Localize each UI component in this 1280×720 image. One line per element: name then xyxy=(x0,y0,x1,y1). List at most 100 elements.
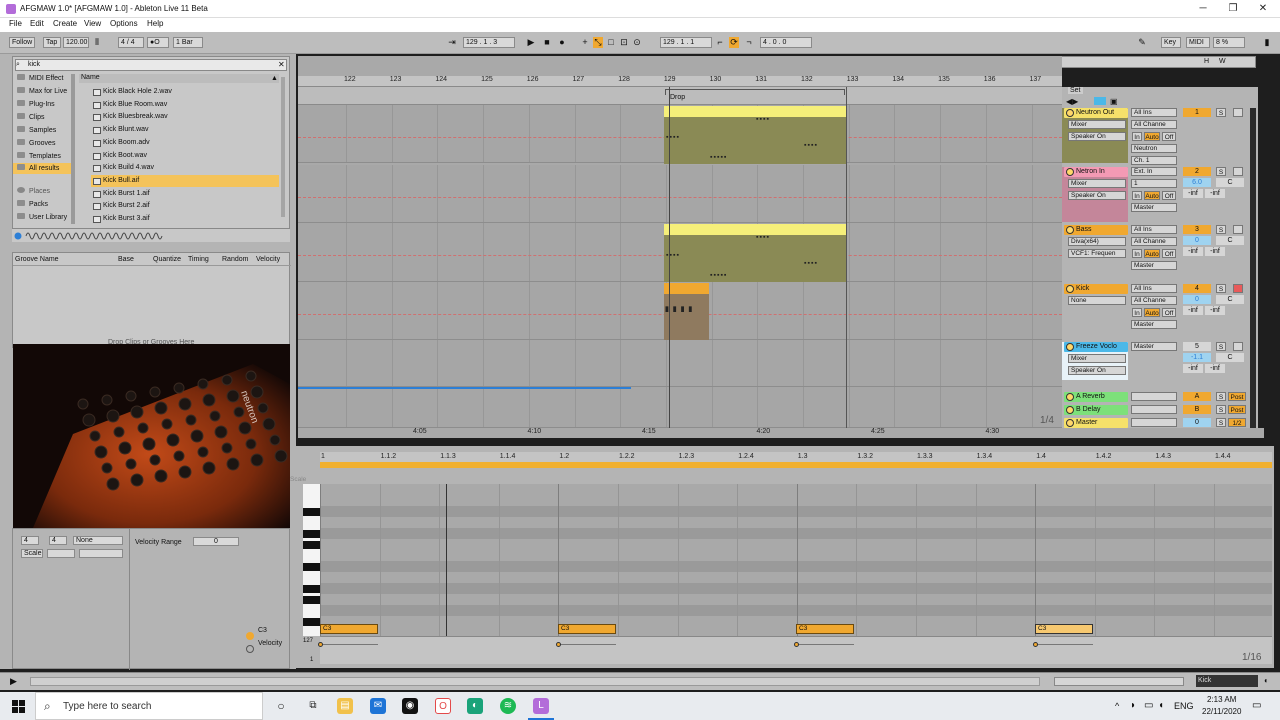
output-chooser[interactable]: Speaker On xyxy=(1068,132,1126,141)
send-b-field[interactable]: -inf xyxy=(1205,247,1225,256)
velocity-stem[interactable] xyxy=(558,644,616,645)
windows-start-icon[interactable] xyxy=(12,700,25,713)
groove-header-random[interactable]: Random xyxy=(222,256,248,263)
arrangement-position-field[interactable]: 129 . 1 . 3 xyxy=(463,37,515,48)
clock-date[interactable]: 22/11/2020 xyxy=(1202,707,1241,716)
minimize-button[interactable]: ─ xyxy=(1188,2,1218,16)
maximize-button[interactable]: ❐ xyxy=(1218,2,1248,16)
track-fold-icon[interactable] xyxy=(1066,285,1074,293)
return-track-name[interactable]: Master xyxy=(1064,418,1128,428)
return-activator[interactable]: B xyxy=(1183,405,1211,414)
menu-file[interactable]: File xyxy=(9,19,22,28)
arm-button[interactable] xyxy=(1233,167,1243,176)
black-key[interactable] xyxy=(303,541,320,549)
monitor-auto-button[interactable]: Auto xyxy=(1144,308,1160,317)
arm-button[interactable] xyxy=(1233,342,1243,351)
loop-length-field[interactable]: 4 . 0 . 0 xyxy=(760,37,812,48)
groove-header-quantize[interactable]: Quantize xyxy=(153,256,181,263)
track-activator[interactable]: 5 xyxy=(1183,342,1211,351)
playhead[interactable] xyxy=(669,87,670,428)
solo-button[interactable]: S xyxy=(1216,418,1226,427)
scale-tab[interactable]: Scale xyxy=(290,476,306,483)
menu-edit[interactable]: Edit xyxy=(30,19,44,28)
solo-button[interactable]: S xyxy=(1216,405,1226,414)
track-fold-icon[interactable] xyxy=(1066,393,1074,401)
solo-button[interactable]: S xyxy=(1216,392,1226,401)
loop-switch-icon[interactable]: ⟳ xyxy=(729,37,739,48)
loop-brace[interactable] xyxy=(665,89,845,95)
track-fold-icon[interactable] xyxy=(1066,419,1074,427)
volume-field[interactable]: -1.1 xyxy=(1183,353,1211,362)
pan-field[interactable]: C xyxy=(1216,295,1244,304)
velocity-handle[interactable] xyxy=(794,642,799,647)
file-column-header[interactable]: Name xyxy=(79,74,279,83)
session-record-icon[interactable]: ⊡ xyxy=(619,37,629,48)
automation-arm-icon[interactable]: ⤡ xyxy=(593,37,603,48)
velocity-handle[interactable] xyxy=(556,642,561,647)
solo-button[interactable]: S xyxy=(1216,284,1226,293)
scale-toggle[interactable]: Scale xyxy=(21,549,43,558)
monitor-in-button[interactable]: In xyxy=(1132,191,1142,200)
taskbar-search[interactable]: ⌕ Type here to search xyxy=(35,692,263,720)
input-type-chooser[interactable]: Ext. In xyxy=(1131,167,1177,176)
file-item[interactable]: Kick Bluesbreak.wav xyxy=(91,111,279,123)
input-channel-chooser[interactable]: 1 xyxy=(1131,179,1177,188)
file-item[interactable]: Kick Boom.adv xyxy=(91,137,279,149)
track-activator[interactable]: 1 xyxy=(1183,108,1211,117)
device-chooser[interactable]: Diva(x64) xyxy=(1068,237,1126,246)
browser-search-input[interactable]: kick xyxy=(15,59,287,71)
groove-header-timing[interactable]: Timing xyxy=(188,256,209,263)
input-type-chooser[interactable]: Master xyxy=(1131,342,1177,351)
solo-button[interactable]: S xyxy=(1216,167,1226,176)
track-activator[interactable]: 3 xyxy=(1183,225,1211,234)
groove-header-base[interactable]: Base xyxy=(118,256,134,263)
menu-options[interactable]: Options xyxy=(110,19,138,28)
track-lane[interactable] xyxy=(298,165,1062,223)
arrangement-clip[interactable]: ▪▪▪▪ ▪▪▪▪ ▪▪▪▪ ▪▪▪▪▪ xyxy=(664,106,846,164)
monitor-off-button[interactable]: Off xyxy=(1162,132,1176,141)
scale-name-select[interactable] xyxy=(79,549,123,558)
input-channel-chooser[interactable]: All Channe xyxy=(1131,120,1177,129)
velocity-stem[interactable] xyxy=(1035,644,1093,645)
send-a-field[interactable]: -inf xyxy=(1183,306,1203,315)
file-item[interactable]: Kick Burst 1.aif xyxy=(91,188,279,200)
return-routing[interactable] xyxy=(1131,405,1177,414)
task-view-icon[interactable]: ⧉ xyxy=(305,698,321,714)
nudge-icon[interactable]: ⫴ xyxy=(92,37,102,48)
output-type-chooser[interactable]: Master xyxy=(1131,320,1177,329)
input-type-chooser[interactable]: All Ins xyxy=(1131,225,1177,234)
midi-note[interactable]: C3 xyxy=(1035,624,1093,634)
record-icon[interactable]: ● xyxy=(557,37,567,48)
stop-icon[interactable]: ■ xyxy=(542,37,552,48)
black-key[interactable] xyxy=(303,585,320,593)
return-activator[interactable]: 0 xyxy=(1183,418,1211,427)
output-chooser[interactable]: Speaker On xyxy=(1068,191,1126,200)
time-ruler[interactable]: 4:05 4:10 4:15 4:20 4:25 4:30 xyxy=(298,428,1264,438)
punch-icon[interactable]: ⊙ xyxy=(632,37,642,48)
network-icon[interactable]: ▭ xyxy=(1144,700,1153,711)
ableton-live-icon[interactable]: L xyxy=(533,698,549,714)
midi-note[interactable]: C3 xyxy=(320,624,378,634)
clip-header[interactable] xyxy=(664,224,846,235)
draw-mode-icon[interactable]: ✎ xyxy=(1137,37,1147,48)
output-type-chooser[interactable]: Neutron xyxy=(1131,144,1177,153)
file-item[interactable]: Kick Black Hole 2.wav xyxy=(91,86,279,98)
overdub-icon[interactable]: + xyxy=(580,37,590,48)
track-fold-icon[interactable] xyxy=(1066,168,1074,176)
track-lane[interactable] xyxy=(298,340,1062,387)
file-item[interactable]: Kick Build 4.wav xyxy=(91,162,279,174)
clip-ruler[interactable]: 1 1.1.2 1.1.3 1.1.4 1.2 1.2.2 1.2.3 1.2.4 1.3 1.3… xyxy=(320,452,1272,462)
monitor-auto-button[interactable]: Auto xyxy=(1144,249,1160,258)
track-lane[interactable] xyxy=(298,387,1062,428)
black-key[interactable] xyxy=(303,618,320,626)
bar-ruler[interactable]: 122 123 124 125 126 127 128 129 130 131 132 133 134 1… xyxy=(298,76,1062,87)
return-routing[interactable] xyxy=(1131,418,1177,427)
monitor-auto-button[interactable]: Auto xyxy=(1144,191,1160,200)
category-clips[interactable]: Clips xyxy=(17,113,45,121)
punch-in-icon[interactable]: ⌐ xyxy=(715,37,725,48)
monitor-auto-button[interactable]: Auto xyxy=(1144,132,1160,141)
key-map-button[interactable]: Key xyxy=(1161,37,1181,48)
menu-help[interactable]: Help xyxy=(147,19,163,28)
groove-select[interactable]: None xyxy=(73,536,123,545)
input-channel-chooser[interactable]: All Channe xyxy=(1131,296,1177,305)
